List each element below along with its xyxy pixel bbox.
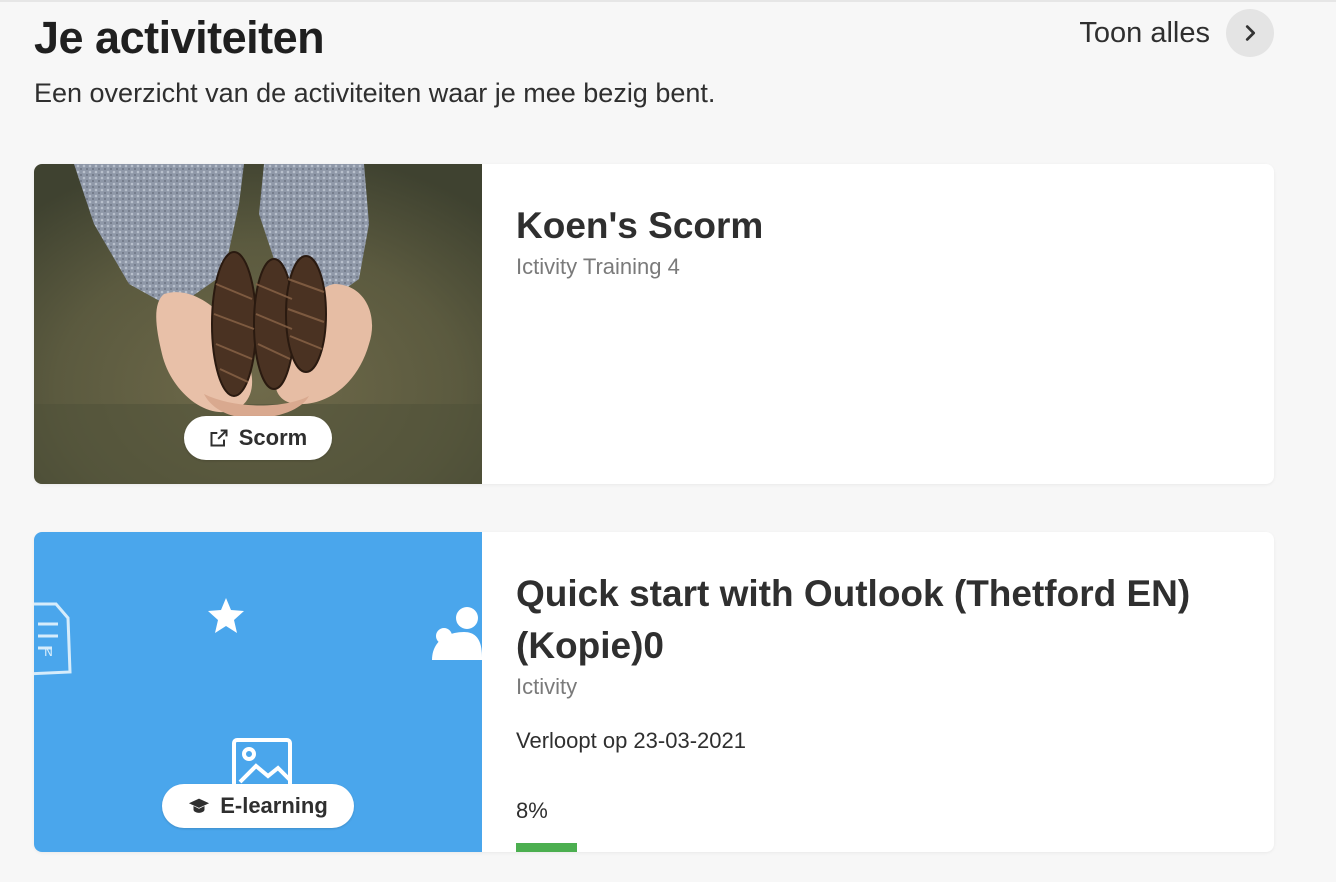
progress-percentage: 8% xyxy=(516,798,548,823)
top-divider xyxy=(0,0,1336,2)
activity-organization: Ictivity xyxy=(516,674,578,699)
chevron-right-button[interactable] xyxy=(1226,9,1274,57)
external-link-icon xyxy=(210,429,228,447)
activity-type-badge: Scorm xyxy=(184,416,332,460)
progress-bar xyxy=(516,843,1274,852)
activity-organization: Ictivity Training 4 xyxy=(516,254,680,279)
activity-expiry: Verloopt op 23-03-2021 xyxy=(516,728,746,753)
activity-card-elearning[interactable]: N E-learning Quick start with Outlook (T… xyxy=(34,532,1274,852)
activity-title[interactable]: Koen's Scorm xyxy=(516,200,1256,252)
activities-header: Je activiteiten Een overzicht van de act… xyxy=(34,9,1274,122)
show-all-link[interactable]: Toon alles xyxy=(1079,9,1274,57)
progress-bar-fill xyxy=(516,843,577,852)
activity-thumbnail-photo: Scorm xyxy=(34,164,482,484)
activity-type-label: E-learning xyxy=(220,793,328,818)
activity-card-scorm[interactable]: Scorm Koen's Scorm Ictivity Training 4 xyxy=(34,164,1274,484)
activity-title[interactable]: Quick start with Outlook (Thetford EN) (… xyxy=(516,568,1256,672)
show-all-label: Toon alles xyxy=(1079,16,1210,49)
page-subtitle: Een overzicht van de activiteiten waar j… xyxy=(34,78,716,108)
graduation-cap-icon xyxy=(189,798,210,813)
activity-type-label: Scorm xyxy=(238,425,308,450)
page-title: Je activiteiten xyxy=(34,12,325,63)
svg-text:N: N xyxy=(44,645,53,659)
activity-info: Koen's Scorm Ictivity Training 4 xyxy=(516,164,1274,484)
chevron-right-icon xyxy=(1245,25,1256,41)
activity-thumbnail-illustration: N E-learning xyxy=(34,532,482,852)
activity-info: Quick start with Outlook (Thetford EN) (… xyxy=(516,532,1274,852)
activity-type-badge: E-learning xyxy=(162,784,354,828)
